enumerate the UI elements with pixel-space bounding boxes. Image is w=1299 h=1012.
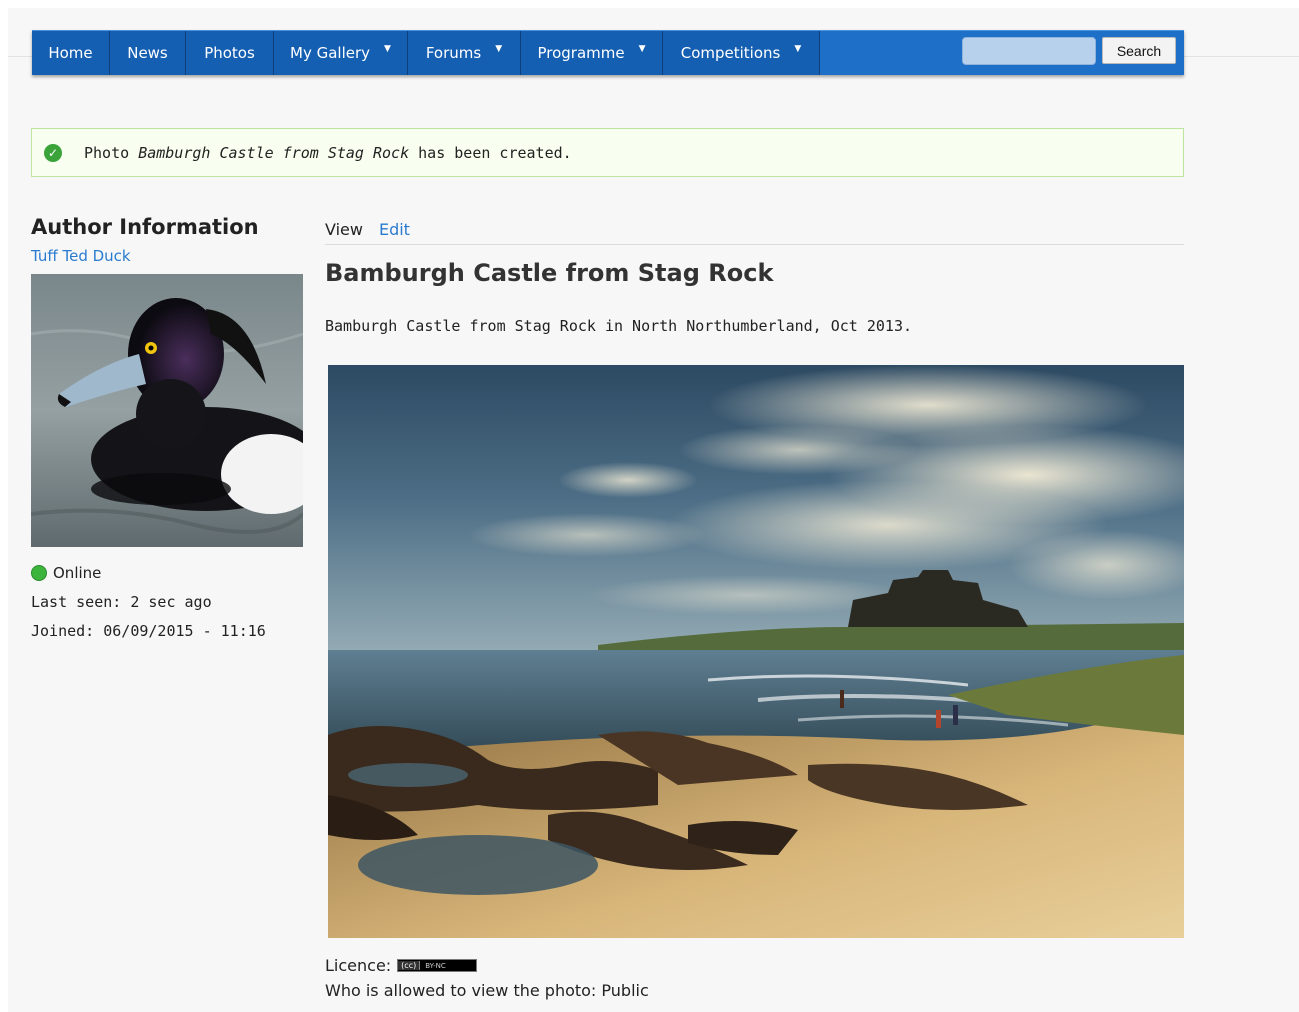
- cc-licence-type: BY-NC: [425, 961, 446, 970]
- nav-item-news[interactable]: News: [110, 31, 186, 75]
- status-photo-title: Bamburgh Castle from Stag Rock: [138, 143, 410, 162]
- nav-item-label: Home: [48, 44, 93, 62]
- checkmark-icon: ✓: [44, 143, 62, 162]
- tab-view[interactable]: View: [325, 220, 363, 239]
- dropdown-arrow-icon: ▼: [495, 44, 503, 54]
- photo-description: Bamburgh Castle from Stag Rock in North …: [325, 317, 912, 335]
- visibility-info: Who is allowed to view the photo: Public: [325, 981, 649, 1000]
- dropdown-arrow-icon: ▼: [638, 44, 646, 54]
- main-navigation: Home News Photos My Gallery ▼ Forums ▼ P…: [32, 30, 1184, 75]
- duck-image: [31, 274, 303, 547]
- nav-item-programme[interactable]: Programme ▼: [521, 31, 663, 75]
- status-suffix: has been created.: [409, 143, 572, 162]
- tab-edit[interactable]: Edit: [379, 220, 410, 239]
- licence-row: Licence: (cc) BY-NC: [325, 956, 478, 975]
- joined-date: Joined: 06/09/2015 - 11:16: [31, 622, 266, 640]
- nav-item-photos[interactable]: Photos: [186, 31, 274, 75]
- nav-item-label: My Gallery: [290, 44, 371, 62]
- nav-item-forums[interactable]: Forums ▼: [408, 31, 521, 75]
- nav-item-label: Programme: [537, 44, 625, 62]
- search-button[interactable]: Search: [1102, 37, 1176, 64]
- nav-item-competitions[interactable]: Competitions ▼: [663, 31, 820, 75]
- nav-menu: Home News Photos My Gallery ▼ Forums ▼ P…: [32, 31, 820, 75]
- author-heading: Author Information: [31, 215, 259, 239]
- nav-item-label: Competitions: [680, 44, 781, 62]
- castle-landscape-image: [328, 365, 1184, 938]
- page-title: Bamburgh Castle from Stag Rock: [325, 259, 774, 287]
- cc-licence-badge[interactable]: (cc) BY-NC: [397, 959, 478, 972]
- online-status: Online: [31, 564, 101, 582]
- tabs-divider: [325, 244, 1184, 245]
- last-seen: Last seen: 2 sec ago: [31, 593, 212, 611]
- nav-item-label: News: [127, 44, 168, 62]
- online-label: Online: [53, 564, 102, 582]
- page: Home News Photos My Gallery ▼ Forums ▼ P…: [8, 8, 1299, 1012]
- nav-item-my-gallery[interactable]: My Gallery ▼: [274, 31, 408, 75]
- licence-label: Licence:: [325, 956, 392, 975]
- status-message: ✓ Photo Bamburgh Castle from Stag Rock h…: [31, 128, 1184, 177]
- status-prefix: Photo: [84, 143, 139, 162]
- avatar[interactable]: [31, 274, 303, 547]
- search-input[interactable]: [962, 37, 1096, 65]
- dropdown-arrow-icon: ▼: [384, 44, 391, 54]
- online-status-icon: [31, 565, 47, 581]
- author-name-link[interactable]: Tuff Ted Duck: [31, 247, 131, 265]
- photo-image[interactable]: [328, 365, 1184, 938]
- content-tabs: View Edit: [325, 220, 410, 239]
- cc-logo: (cc): [398, 961, 421, 970]
- nav-item-home[interactable]: Home: [32, 31, 110, 75]
- nav-item-label: Forums: [425, 44, 482, 62]
- nav-item-label: Photos: [204, 44, 255, 62]
- status-text: Photo Bamburgh Castle from Stag Rock has…: [84, 144, 572, 162]
- dropdown-arrow-icon: ▼: [794, 44, 802, 54]
